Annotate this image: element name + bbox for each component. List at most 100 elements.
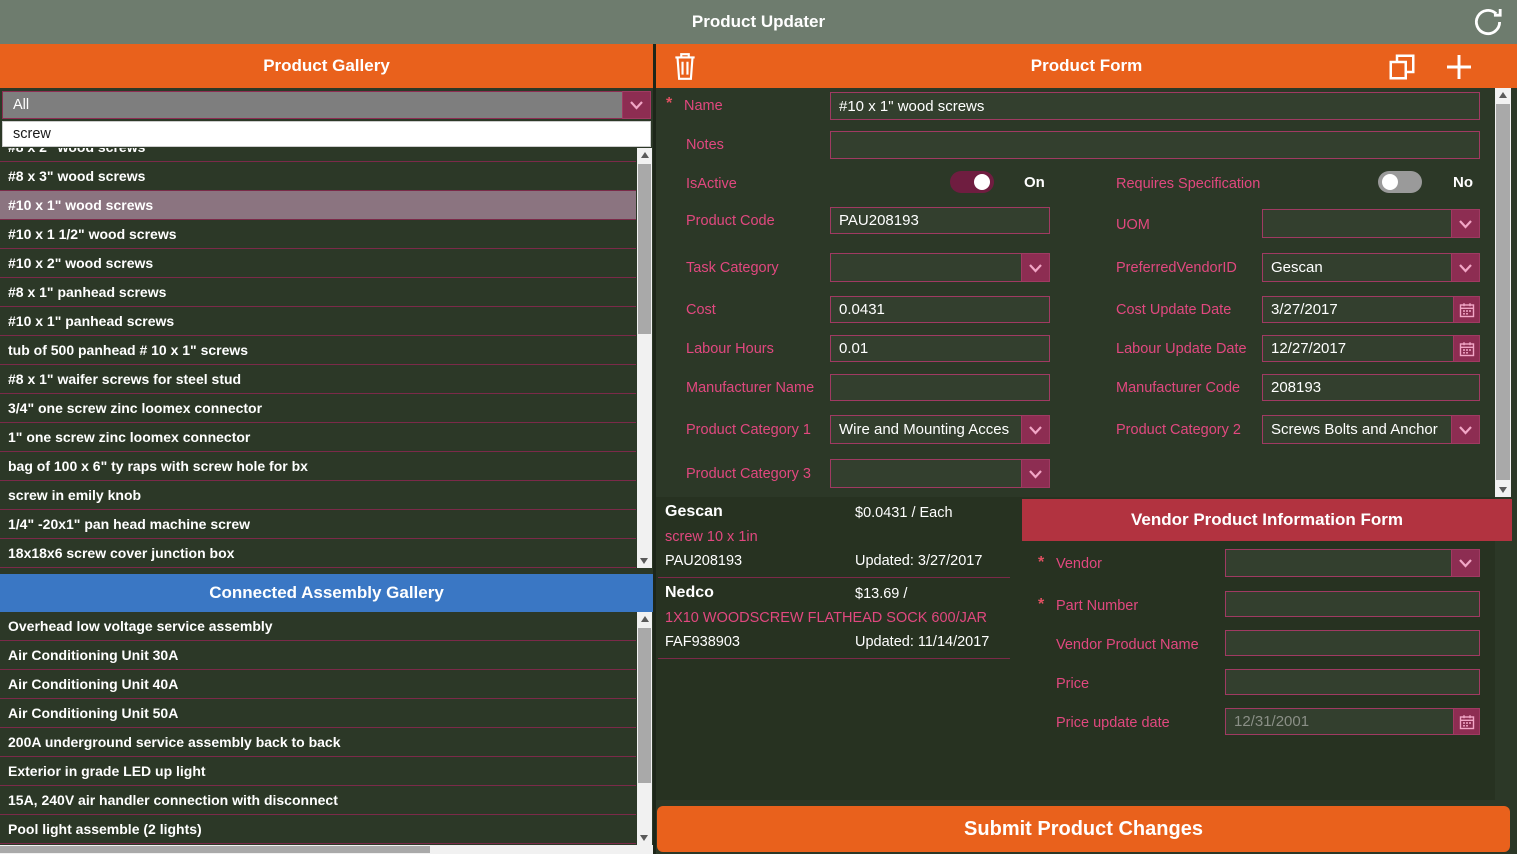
uom-dropdown[interactable] bbox=[1262, 209, 1480, 238]
product-list-item[interactable]: #8 x 2" wood screws bbox=[0, 148, 636, 162]
search-input[interactable]: screw bbox=[2, 121, 651, 147]
scroll-down-arrow[interactable] bbox=[1499, 487, 1507, 493]
name-input[interactable]: #10 x 1" wood screws bbox=[830, 92, 1480, 120]
product-category1-dropdown[interactable]: Wire and Mounting Acces bbox=[830, 415, 1050, 444]
left-horizontal-scrollbar[interactable] bbox=[0, 845, 653, 854]
calendar-icon[interactable] bbox=[1453, 335, 1480, 362]
product-list-item[interactable]: bag of 100 x 6" ty raps with screw hole … bbox=[0, 452, 636, 481]
assembly-list-scrollbar[interactable] bbox=[637, 612, 652, 845]
product-code-input[interactable]: PAU208193 bbox=[830, 207, 1050, 234]
product-list-item[interactable]: #10 x 2" wood screws bbox=[0, 249, 636, 278]
vendor-name[interactable]: Nedco bbox=[665, 584, 714, 602]
product-list-item[interactable]: 1/4" -20x1" pan head machine screw bbox=[0, 510, 636, 539]
vendor-description: screw 10 x 1in bbox=[665, 529, 758, 545]
category-filter-value: All bbox=[13, 97, 29, 113]
product-list-item[interactable]: #10 x 1" panhead screws bbox=[0, 307, 636, 336]
labour-update-date-value: 12/27/2017 bbox=[1271, 340, 1346, 357]
scroll-down-arrow[interactable] bbox=[640, 558, 648, 564]
product-form-title: Product Form bbox=[1031, 56, 1142, 76]
product-list-scrollbar[interactable] bbox=[637, 148, 652, 568]
assembly-list-item[interactable]: Pool light assemble (2 lights) bbox=[0, 815, 636, 844]
notes-input[interactable] bbox=[830, 131, 1480, 159]
cost-input[interactable]: 0.0431 bbox=[830, 296, 1050, 323]
chevron-down-icon[interactable] bbox=[622, 91, 651, 119]
product-list-item[interactable]: screw in emily knob bbox=[0, 481, 636, 510]
chevron-down-icon[interactable] bbox=[1451, 209, 1480, 238]
delete-product-button[interactable] bbox=[672, 51, 698, 86]
labour-update-date-input[interactable]: 12/27/2017 bbox=[1262, 335, 1480, 362]
product-list-item[interactable]: #8 x 1" waifer screws for steel stud bbox=[0, 365, 636, 394]
notes-label: Notes bbox=[686, 137, 724, 153]
price-update-date-input[interactable]: 12/31/2001 bbox=[1225, 708, 1480, 735]
vendor-updated: Updated: 3/27/2017 bbox=[855, 553, 982, 569]
price-update-date-label: Price update date bbox=[1056, 715, 1170, 731]
chevron-down-icon[interactable] bbox=[1021, 253, 1050, 282]
vendor-form-header: Vendor Product Information Form bbox=[1022, 499, 1512, 541]
vendor-separator bbox=[658, 658, 1010, 659]
vendor-dropdown[interactable] bbox=[1225, 549, 1480, 577]
product-category3-dropdown[interactable] bbox=[830, 459, 1050, 488]
product-list-item[interactable]: 3/4" one screw zinc loomex connector bbox=[0, 394, 636, 423]
product-category1-label: Product Category 1 bbox=[686, 422, 811, 438]
product-list-item[interactable]: #8 x 1" panhead screws bbox=[0, 278, 636, 307]
calendar-icon[interactable] bbox=[1453, 708, 1480, 735]
scroll-up-arrow[interactable] bbox=[1499, 92, 1507, 98]
product-list-item[interactable]: tub of 500 panhead # 10 x 1" screws bbox=[0, 336, 636, 365]
vendor-form-title: Vendor Product Information Form bbox=[1131, 510, 1403, 530]
calendar-icon[interactable] bbox=[1453, 296, 1480, 323]
product-list-item[interactable]: 18x18x6 screw cover junction box bbox=[0, 539, 636, 568]
product-list-item-selected[interactable]: #10 x 1" wood screws bbox=[0, 191, 636, 220]
submit-product-changes-button[interactable]: Submit Product Changes bbox=[657, 806, 1510, 852]
name-label: Name bbox=[684, 98, 723, 114]
assembly-list-item[interactable]: 15A, 240V air handler connection with di… bbox=[0, 786, 636, 815]
vendor-updated: Updated: 11/14/2017 bbox=[855, 634, 989, 650]
assembly-list-item[interactable]: Overhead low voltage service assembly bbox=[0, 612, 636, 641]
product-form-header: Product Form bbox=[656, 44, 1517, 88]
vendor-product-name-input[interactable] bbox=[1225, 630, 1480, 656]
assembly-list-item[interactable]: Air Conditioning Unit 50A bbox=[0, 699, 636, 728]
part-number-input[interactable] bbox=[1225, 591, 1480, 617]
assembly-gallery-list: Overhead low voltage service assembly Ai… bbox=[0, 612, 636, 845]
assembly-list-item[interactable]: 200A underground service assembly back t… bbox=[0, 728, 636, 757]
refresh-button[interactable] bbox=[1471, 5, 1505, 44]
add-product-button[interactable] bbox=[1443, 51, 1475, 88]
product-list-item[interactable]: 1" one screw zinc loomex connector bbox=[0, 423, 636, 452]
manufacturer-code-label: Manufacturer Code bbox=[1116, 380, 1240, 396]
task-category-dropdown[interactable] bbox=[830, 253, 1050, 282]
scroll-up-arrow[interactable] bbox=[641, 616, 649, 622]
cost-value: 0.0431 bbox=[839, 301, 885, 318]
assembly-list-item[interactable]: Exterior in grade LED up light bbox=[0, 757, 636, 786]
scroll-down-arrow[interactable] bbox=[640, 835, 648, 841]
connected-assembly-title: Connected Assembly Gallery bbox=[209, 583, 444, 603]
product-form-scrollbar[interactable] bbox=[1495, 88, 1511, 497]
requires-spec-state: No bbox=[1453, 174, 1473, 191]
product-category2-dropdown[interactable]: Screws Bolts and Anchor bbox=[1262, 415, 1480, 444]
labour-hours-input[interactable]: 0.01 bbox=[830, 335, 1050, 362]
labour-update-date-label: Labour Update Date bbox=[1116, 341, 1247, 357]
preferred-vendor-dropdown[interactable]: Gescan bbox=[1262, 253, 1480, 282]
isactive-toggle[interactable] bbox=[950, 171, 994, 193]
requires-spec-toggle[interactable] bbox=[1378, 171, 1422, 193]
product-list-item[interactable]: #8 x 3" wood screws bbox=[0, 162, 636, 191]
assembly-list-item[interactable]: Air Conditioning Unit 40A bbox=[0, 670, 636, 699]
manufacturer-code-input[interactable]: 208193 bbox=[1262, 374, 1480, 401]
chevron-down-icon[interactable] bbox=[1451, 549, 1480, 577]
cost-update-date-input[interactable]: 3/27/2017 bbox=[1262, 296, 1480, 323]
manufacturer-name-input[interactable] bbox=[830, 374, 1050, 401]
product-list-item[interactable]: #10 x 1 1/2" wood screws bbox=[0, 220, 636, 249]
chevron-down-icon[interactable] bbox=[1451, 253, 1480, 282]
category-filter-dropdown[interactable]: All bbox=[2, 91, 651, 119]
scrollbar-thumb[interactable] bbox=[1496, 104, 1510, 480]
assembly-list-item[interactable]: Air Conditioning Unit 30A bbox=[0, 641, 636, 670]
price-input[interactable] bbox=[1225, 669, 1480, 695]
chevron-down-icon[interactable] bbox=[1451, 415, 1480, 444]
scrollbar-thumb[interactable] bbox=[638, 164, 651, 334]
vendor-name[interactable]: Gescan bbox=[665, 503, 723, 521]
chevron-down-icon[interactable] bbox=[1021, 415, 1050, 444]
duplicate-product-button[interactable] bbox=[1387, 52, 1417, 87]
chevron-down-icon[interactable] bbox=[1021, 459, 1050, 488]
scroll-up-arrow[interactable] bbox=[641, 152, 649, 158]
vendor-price: $13.69 / bbox=[855, 586, 907, 602]
scrollbar-thumb[interactable] bbox=[638, 628, 651, 783]
scrollbar-thumb[interactable] bbox=[0, 846, 430, 853]
